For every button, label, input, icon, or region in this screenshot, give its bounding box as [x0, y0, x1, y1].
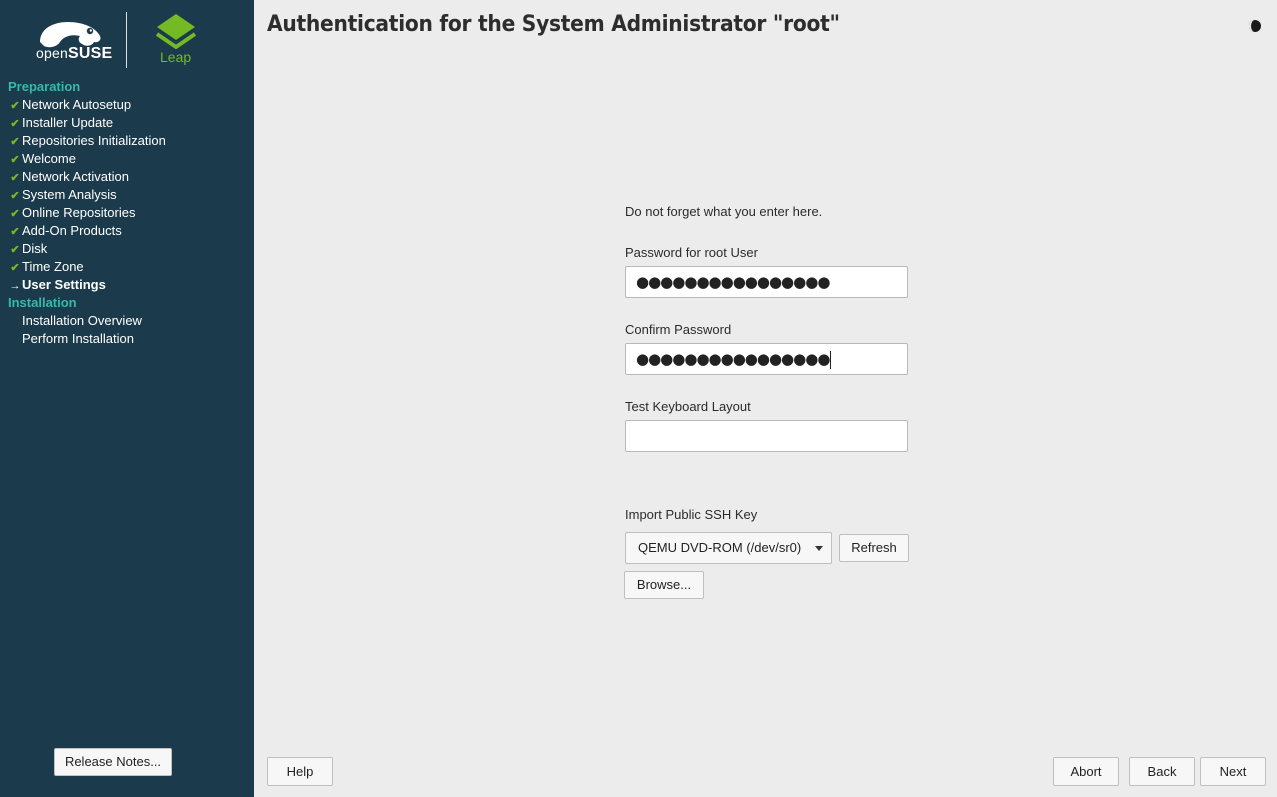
- step-network-autosetup: ✔ Network Autosetup: [8, 96, 131, 114]
- step-add-on-products: ✔ Add-On Products: [8, 222, 122, 240]
- check-icon: ✔: [10, 262, 20, 274]
- check-icon: ✔: [10, 136, 20, 148]
- check-icon: ✔: [10, 244, 20, 256]
- step-time-zone: ✔ Time Zone: [8, 258, 84, 276]
- password-value: ●●●●●●●●●●●●●●●●: [636, 273, 830, 291]
- check-icon: ✔: [10, 190, 20, 202]
- step-label: Add-On Products: [22, 223, 122, 238]
- step-label: Installation Overview: [22, 313, 142, 328]
- step-system-analysis: ✔ System Analysis: [8, 186, 117, 204]
- step-label: Time Zone: [22, 259, 84, 274]
- step-label: Installer Update: [22, 115, 114, 130]
- leap-wordmark: Leap: [160, 49, 192, 65]
- arrow-right-icon: →: [9, 280, 21, 292]
- chevron-down-icon: [815, 546, 823, 551]
- step-network-activation: ✔ Network Activation: [8, 168, 129, 186]
- password-field[interactable]: ●●●●●●●●●●●●●●●●: [625, 266, 908, 298]
- section-title-preparation: Preparation: [8, 79, 81, 94]
- brand-prefix: open: [36, 45, 68, 61]
- keyboard-layout-field[interactable]: [625, 420, 908, 452]
- step-online-repositories: ✔ Online Repositories: [8, 204, 135, 222]
- step-label: Perform Installation: [22, 331, 134, 346]
- check-icon: ✔: [10, 208, 20, 220]
- page-title: Authentication for the System Administra…: [267, 12, 840, 37]
- ssh-device-select[interactable]: QEMU DVD-ROM (/dev/sr0): [625, 532, 832, 564]
- confirm-password-label: Confirm Password: [625, 322, 732, 337]
- sidebar: openSUSE Leap Preparation ✔ Network Autos…: [0, 0, 254, 797]
- step-welcome: ✔ Welcome: [8, 150, 76, 168]
- half-moon-icon[interactable]: [1248, 19, 1262, 33]
- step-installation-overview: Installation Overview: [8, 312, 142, 330]
- abort-button[interactable]: Abort: [1053, 757, 1119, 786]
- step-label: Welcome: [22, 151, 76, 166]
- release-notes-button[interactable]: Release Notes...: [54, 748, 172, 776]
- browse-button[interactable]: Browse...: [624, 571, 704, 599]
- step-label: Network Autosetup: [22, 97, 132, 112]
- refresh-button[interactable]: Refresh: [839, 534, 909, 562]
- step-label: Network Activation: [22, 169, 129, 184]
- back-button[interactable]: Back: [1129, 757, 1195, 786]
- ssh-key-label: Import Public SSH Key: [625, 507, 758, 522]
- logo-divider: [126, 12, 127, 68]
- check-icon: ✔: [10, 100, 20, 112]
- confirm-password-value: ●●●●●●●●●●●●●●●●: [636, 350, 830, 368]
- help-button[interactable]: Help: [267, 757, 333, 786]
- step-repositories-initialization: ✔ Repositories Initialization: [8, 132, 166, 150]
- confirm-password-field[interactable]: ●●●●●●●●●●●●●●●●: [625, 343, 908, 375]
- step-label: Disk: [22, 241, 48, 256]
- check-icon: ✔: [10, 226, 20, 238]
- step-label: User Settings: [22, 277, 106, 292]
- logo-area: openSUSE Leap: [0, 0, 254, 78]
- step-label: System Analysis: [22, 187, 117, 202]
- step-disk: ✔ Disk: [8, 240, 47, 258]
- check-icon: ✔: [10, 154, 20, 166]
- next-button[interactable]: Next: [1200, 757, 1266, 786]
- step-label: Repositories Initialization: [22, 133, 166, 148]
- check-icon: ✔: [10, 172, 20, 184]
- section-title-installation: Installation: [8, 295, 77, 310]
- step-user-settings: → User Settings: [8, 276, 106, 294]
- keyboard-layout-label: Test Keyboard Layout: [625, 399, 751, 414]
- opensuse-wordmark: openSUSE: [36, 45, 112, 63]
- check-icon: ✔: [10, 118, 20, 130]
- step-label: Online Repositories: [22, 205, 136, 220]
- intro-text: Do not forget what you enter here.: [625, 204, 823, 219]
- step-installer-update: ✔ Installer Update: [8, 114, 113, 132]
- password-label: Password for root User: [625, 245, 758, 260]
- step-perform-installation: Perform Installation: [8, 330, 134, 348]
- ssh-device-value: QEMU DVD-ROM (/dev/sr0): [638, 540, 802, 555]
- leap-logo-icon: [155, 14, 197, 50]
- brand-suffix: SUSE: [67, 45, 113, 62]
- text-caret: [830, 350, 832, 369]
